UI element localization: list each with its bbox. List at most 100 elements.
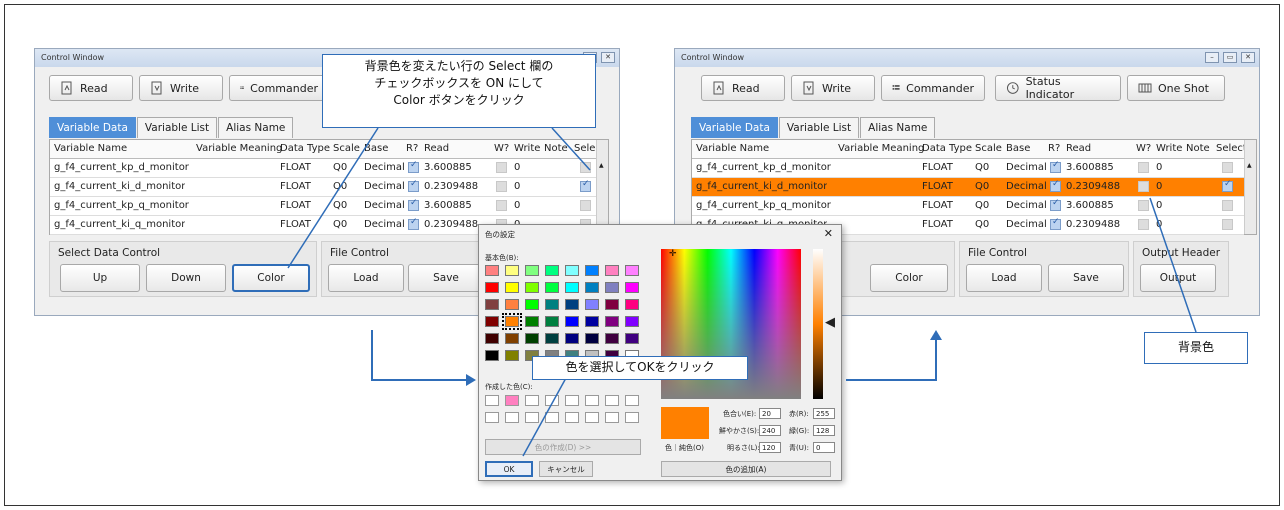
read-button[interactable]: Read [49, 75, 133, 101]
color-swatch[interactable] [625, 316, 639, 327]
table-row[interactable]: g_f4_current_kp_q_monitor FLOAT Q0 Decim… [50, 197, 596, 216]
color-button[interactable]: Color [232, 264, 310, 292]
color-swatch[interactable] [625, 299, 639, 310]
color-swatch[interactable] [485, 265, 499, 276]
custom-color-swatch[interactable] [605, 395, 619, 406]
color-swatch[interactable] [485, 299, 499, 310]
tab-variable-list[interactable]: Variable List [136, 117, 218, 138]
color-swatch[interactable] [625, 282, 639, 293]
select-checkbox[interactable] [1222, 162, 1233, 173]
color-swatch[interactable] [585, 299, 599, 310]
scroll-up-icon[interactable]: ▲ [1247, 162, 1252, 169]
color-swatch[interactable] [505, 333, 519, 344]
custom-color-swatch[interactable] [565, 412, 579, 423]
close-icon[interactable]: ✕ [1241, 52, 1255, 63]
color-swatch[interactable] [565, 316, 579, 327]
vertical-scrollbar[interactable]: ▲ [596, 140, 608, 234]
table-row[interactable]: g_f4_current_kp_d_monitor FLOAT Q0 Decim… [692, 159, 1244, 178]
color-swatch[interactable] [485, 282, 499, 293]
select-checkbox[interactable] [1222, 219, 1233, 230]
write-checkbox[interactable] [496, 200, 507, 211]
tab-alias-name[interactable]: Alias Name [860, 117, 936, 138]
table-row[interactable]: g_f4_current_ki_d_monitor FLOAT Q0 Decim… [50, 178, 596, 197]
custom-color-swatch[interactable] [545, 412, 559, 423]
write-checkbox[interactable] [1138, 162, 1149, 173]
down-button[interactable]: Down [146, 264, 226, 292]
restore-icon[interactable]: ▭ [1223, 52, 1237, 63]
custom-color-swatch[interactable] [605, 412, 619, 423]
blue-field[interactable]: 0 [813, 442, 835, 453]
color-swatch[interactable] [605, 282, 619, 293]
read-checkbox[interactable] [1050, 217, 1061, 230]
load-button[interactable]: Load [966, 264, 1042, 292]
select-checkbox[interactable] [580, 200, 591, 211]
color-swatch[interactable] [545, 265, 559, 276]
color-swatch[interactable] [585, 265, 599, 276]
commander-button[interactable]: Commander [881, 75, 985, 101]
one-shot-button[interactable]: One Shot [1127, 75, 1225, 101]
close-icon[interactable]: ✕ [601, 52, 615, 63]
custom-color-swatch[interactable] [625, 412, 639, 423]
save-button[interactable]: Save [408, 264, 484, 292]
write-checkbox[interactable] [1138, 219, 1149, 230]
load-button[interactable]: Load [328, 264, 404, 292]
green-field[interactable]: 128 [813, 425, 835, 436]
ok-button[interactable]: OK [485, 461, 533, 477]
color-swatch[interactable] [505, 282, 519, 293]
custom-color-swatch[interactable] [545, 395, 559, 406]
hue-field[interactable]: 20 [759, 408, 781, 419]
color-swatch[interactable] [485, 333, 499, 344]
custom-color-swatch[interactable] [625, 395, 639, 406]
save-button[interactable]: Save [1048, 264, 1124, 292]
color-swatch[interactable] [605, 265, 619, 276]
write-checkbox[interactable] [1138, 200, 1149, 211]
color-swatch[interactable] [605, 333, 619, 344]
color-swatch[interactable] [565, 265, 579, 276]
custom-color-swatch[interactable] [485, 412, 499, 423]
color-swatch[interactable] [625, 333, 639, 344]
custom-color-swatch[interactable] [505, 395, 519, 406]
add-to-custom-colors-button[interactable]: 色の追加(A) [661, 461, 831, 477]
color-swatch[interactable] [525, 333, 539, 344]
color-swatch[interactable] [545, 299, 559, 310]
close-icon[interactable]: ✕ [824, 227, 833, 240]
color-swatch[interactable] [505, 350, 519, 361]
color-swatch[interactable] [525, 316, 539, 327]
color-button[interactable]: Color [870, 264, 948, 292]
write-button[interactable]: Write [791, 75, 875, 101]
read-checkbox[interactable] [408, 217, 419, 230]
write-checkbox[interactable] [496, 181, 507, 192]
write-button[interactable]: Write [139, 75, 223, 101]
table-row[interactable]: g_f4_current_kp_d_monitor FLOAT Q0 Decim… [50, 159, 596, 178]
color-swatch[interactable] [585, 333, 599, 344]
read-checkbox[interactable] [408, 198, 419, 211]
define-custom-colors-button[interactable]: 色の作成(D) >> [485, 439, 641, 455]
tab-variable-data[interactable]: Variable Data [691, 117, 778, 138]
color-swatch[interactable] [605, 316, 619, 327]
color-swatch[interactable] [565, 299, 579, 310]
select-checkbox[interactable] [580, 179, 591, 192]
color-swatch[interactable] [525, 299, 539, 310]
tab-variable-list[interactable]: Variable List [778, 117, 860, 138]
red-field[interactable]: 255 [813, 408, 835, 419]
color-swatch[interactable] [625, 265, 639, 276]
color-swatch[interactable] [505, 265, 519, 276]
luminance-field[interactable]: 120 [759, 442, 781, 453]
minimize-icon[interactable]: – [1205, 52, 1219, 63]
read-checkbox[interactable] [408, 179, 419, 192]
select-checkbox[interactable] [1222, 179, 1233, 192]
output-button[interactable]: Output [1140, 264, 1216, 292]
custom-color-swatch[interactable] [485, 395, 499, 406]
color-swatch[interactable] [505, 299, 519, 310]
select-checkbox[interactable] [1222, 200, 1233, 211]
custom-color-swatch[interactable] [525, 412, 539, 423]
color-swatch[interactable] [485, 350, 499, 361]
color-swatch[interactable] [502, 313, 522, 330]
color-swatch[interactable] [585, 316, 599, 327]
up-button[interactable]: Up [60, 264, 140, 292]
table-row[interactable]: g_f4_current_kp_q_monitor FLOAT Q0 Decim… [692, 197, 1244, 216]
read-checkbox[interactable] [1050, 179, 1061, 192]
read-checkbox[interactable] [1050, 160, 1061, 173]
color-swatch[interactable] [565, 282, 579, 293]
read-checkbox[interactable] [1050, 198, 1061, 211]
